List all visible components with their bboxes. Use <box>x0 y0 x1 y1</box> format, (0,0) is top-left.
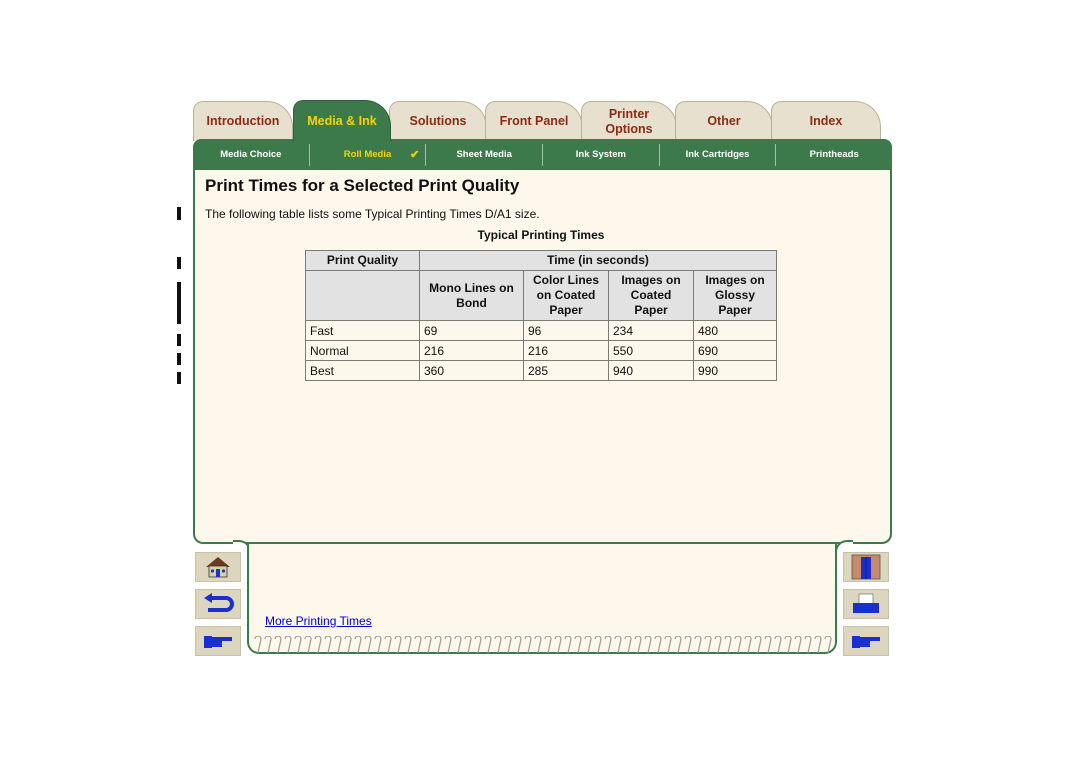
subnav-ink-cartridges[interactable]: Ink Cartridges <box>660 143 777 166</box>
next-page-button-right[interactable] <box>843 626 889 656</box>
subnav-sheet-media[interactable]: Sheet Media <box>426 143 544 166</box>
header-print-quality: Print Quality <box>305 250 420 271</box>
column-header: Color Lines on Coated Paper <box>523 270 609 321</box>
pointing-hand-icon <box>852 636 880 648</box>
tab-other[interactable]: Other <box>675 101 773 141</box>
tab-printer-options[interactable]: Printer Options <box>581 101 677 141</box>
tab-introduction[interactable]: Introduction <box>193 101 293 141</box>
intro-text: The following table lists some Typical P… <box>205 207 540 221</box>
sub-navigation: Media Choice Roll Media ✔ Sheet Media Ink… <box>193 139 892 170</box>
table-row: Normal 216 216 550 690 <box>305 340 777 361</box>
table-row: Fast 69 96 234 480 <box>305 320 777 341</box>
exit-button[interactable] <box>843 552 889 582</box>
change-bar <box>177 257 181 269</box>
subnav-ink-system[interactable]: Ink System <box>543 143 660 166</box>
print-icon <box>853 593 879 613</box>
home-icon <box>206 557 230 578</box>
column-header: Mono Lines on Bond <box>419 270 524 321</box>
more-printing-times-link[interactable]: More Printing Times <box>265 614 372 628</box>
subnav-printheads[interactable]: Printheads <box>776 144 892 166</box>
column-header: Images on Coated Paper <box>608 270 694 321</box>
main-tabs: Introduction Media & Ink Solutions Front… <box>193 100 893 142</box>
print-times-table: Print Quality Time (in seconds) Mono Lin… <box>305 250 777 381</box>
change-bar <box>177 207 181 220</box>
next-page-button[interactable] <box>195 626 241 656</box>
table-caption: Typical Printing Times <box>477 228 605 242</box>
change-bar <box>177 334 181 346</box>
tab-media-ink[interactable]: Media & Ink <box>293 100 391 142</box>
exit-door-icon <box>851 554 881 580</box>
header-time: Time (in seconds) <box>419 250 777 271</box>
pointing-hand-icon <box>204 636 232 648</box>
column-header: Images on Glossy Paper <box>693 270 777 321</box>
home-button[interactable] <box>195 552 241 582</box>
back-icon <box>204 593 234 612</box>
tab-front-panel[interactable]: Front Panel <box>485 101 583 141</box>
header-blank <box>305 270 420 321</box>
change-bar <box>177 353 181 365</box>
tab-solutions[interactable]: Solutions <box>389 101 487 141</box>
subnav-roll-media[interactable]: Roll Media ✔ <box>310 143 427 166</box>
tab-index[interactable]: Index <box>771 101 881 141</box>
change-bar <box>177 372 181 384</box>
subnav-media-choice[interactable]: Media Choice <box>193 143 310 166</box>
print-button[interactable] <box>843 589 889 619</box>
checkmark-icon: ✔ <box>410 148 420 161</box>
table-row: Best 360 285 940 990 <box>305 360 777 381</box>
change-bar <box>177 282 181 324</box>
back-button[interactable] <box>195 589 241 619</box>
spiral-binding-decoration <box>252 636 832 656</box>
page-title: Print Times for a Selected Print Quality <box>205 176 520 195</box>
